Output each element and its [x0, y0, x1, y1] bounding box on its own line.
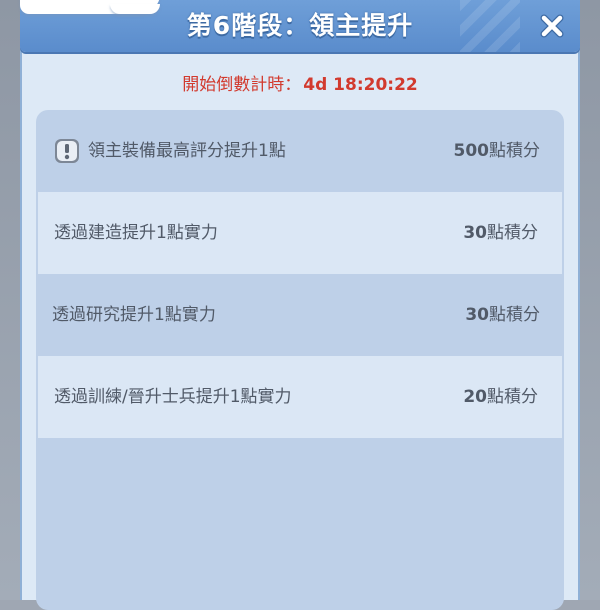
- close-icon: [540, 14, 564, 38]
- task-points: 500點積分: [453, 141, 541, 161]
- dialog-header: 第6階段：領主提升: [20, 0, 580, 52]
- task-row: 領主裝備最高評分提升1點 500點積分: [36, 110, 564, 192]
- task-points: 20點積分: [463, 387, 538, 407]
- task-points: 30點積分: [463, 223, 538, 243]
- task-list: 領主裝備最高評分提升1點 500點積分 透過建造提升1點實力 30點積分 透過研…: [36, 110, 564, 610]
- task-row: 透過建造提升1點實力 30點積分: [38, 192, 562, 274]
- countdown-value: 4d 18:20:22: [303, 75, 418, 95]
- task-row: 透過訓練/晉升士兵提升1點實力 20點積分: [38, 356, 562, 438]
- countdown-timer: 開始倒數計時： 4d 18:20:22: [20, 70, 580, 95]
- alert-icon[interactable]: [54, 138, 80, 164]
- task-points: 30點積分: [465, 305, 540, 325]
- task-label: 透過建造提升1點實力: [54, 223, 218, 243]
- task-label: 透過研究提升1點實力: [52, 305, 216, 325]
- dialog-title: 第6階段：領主提升: [186, 11, 414, 40]
- countdown-label: 開始倒數計時：: [182, 75, 302, 95]
- task-label: 透過訓練/晉升士兵提升1點實力: [54, 387, 292, 407]
- task-label: 領主裝備最高評分提升1點: [88, 141, 286, 161]
- close-button[interactable]: [538, 12, 566, 40]
- task-row: 透過研究提升1點實力 30點積分: [36, 274, 564, 356]
